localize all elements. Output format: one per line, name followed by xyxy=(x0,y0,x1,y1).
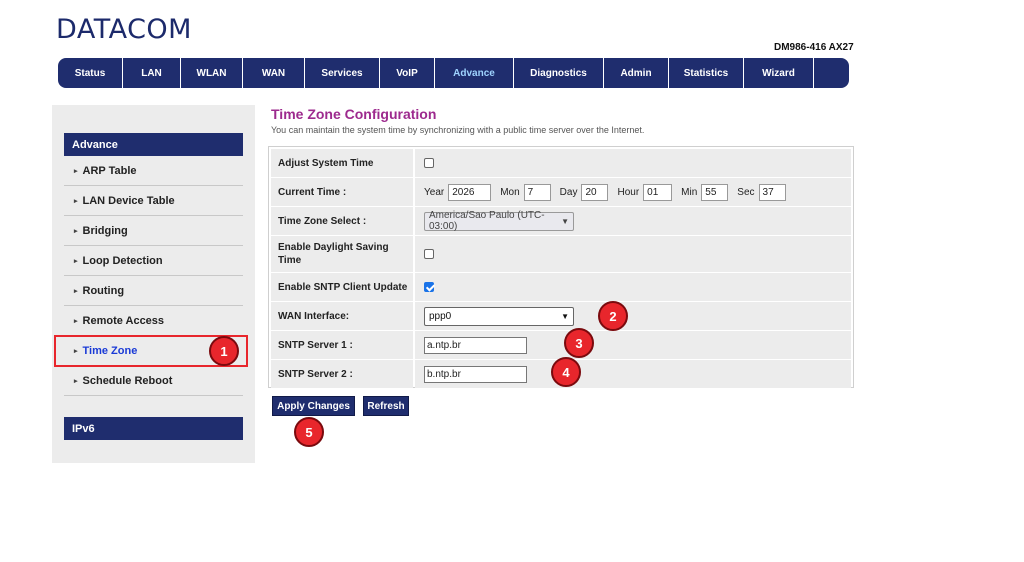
top-nav: Status LAN WLAN WAN Services VoIP Advanc… xyxy=(58,58,849,88)
nav-admin[interactable]: Admin xyxy=(604,58,669,88)
nav-wan[interactable]: WAN xyxy=(243,58,305,88)
step-marker-2: 2 xyxy=(598,301,628,331)
current-time-label: Current Time : xyxy=(271,178,413,206)
step-marker-3: 3 xyxy=(564,328,594,358)
minute-input[interactable]: 55 xyxy=(701,183,729,201)
sntp-client-checkbox[interactable] xyxy=(424,282,434,292)
sntp-server2-input[interactable]: b.ntp.br xyxy=(424,365,527,383)
nav-lan[interactable]: LAN xyxy=(123,58,181,88)
day-input[interactable]: 20 xyxy=(581,183,609,201)
daylight-saving-checkbox[interactable] xyxy=(424,249,434,259)
chevron-right-icon: ▸ xyxy=(74,287,78,295)
step-marker-4: 4 xyxy=(551,357,581,387)
nav-diagnostics[interactable]: Diagnostics xyxy=(514,58,604,88)
refresh-button[interactable]: Refresh xyxy=(363,396,409,416)
sntp-server1-input[interactable]: a.ntp.br xyxy=(424,336,527,354)
nav-advance[interactable]: Advance xyxy=(435,58,514,88)
page-description: You can maintain the system time by sync… xyxy=(271,125,645,135)
chevron-right-icon: ▸ xyxy=(74,257,78,265)
sntp-server2-label: SNTP Server 2 : xyxy=(271,360,413,388)
sidebar: Advance ▸ ARP Table ▸ LAN Device Table ▸ Br… xyxy=(52,105,255,463)
page-title: Time Zone Configuration xyxy=(271,106,437,122)
device-model: DM986-416 AX27 xyxy=(774,42,854,53)
current-time-fields: Year 2026 Mon 7 Day 20 Hour 01 Min 55 Se… xyxy=(415,178,851,206)
sidebar-item-routing[interactable]: ▸ Routing xyxy=(64,276,243,306)
time-zone-select-label: Time Zone Select : xyxy=(271,207,413,235)
nav-statistics[interactable]: Statistics xyxy=(669,58,744,88)
sidebar-item-lan-device-table[interactable]: ▸ LAN Device Table xyxy=(64,186,243,216)
sntp-server1-label: SNTP Server 1 : xyxy=(271,331,413,359)
nav-wizard[interactable]: Wizard xyxy=(744,58,814,88)
hour-input[interactable]: 01 xyxy=(643,183,673,201)
time-zone-select[interactable]: America/Sao Paulo (UTC-03:00) ▼ xyxy=(424,210,574,232)
chevron-down-icon: ▼ xyxy=(561,216,569,226)
nav-voip[interactable]: VoIP xyxy=(380,58,435,88)
apply-changes-button[interactable]: Apply Changes xyxy=(272,396,355,416)
chevron-right-icon: ▸ xyxy=(74,227,78,235)
daylight-saving-label: Enable Daylight Saving Time xyxy=(271,236,413,272)
datacom-logo: DATACOM xyxy=(56,14,192,45)
sidebar-item-remote-access[interactable]: ▸ Remote Access xyxy=(64,306,243,336)
chevron-right-icon: ▸ xyxy=(74,167,78,175)
chevron-down-icon: ▼ xyxy=(561,311,569,321)
nav-services[interactable]: Services xyxy=(305,58,380,88)
chevron-right-icon: ▸ xyxy=(74,348,78,355)
adjust-system-time-label: Adjust System Time xyxy=(271,149,413,177)
sidebar-section-advance[interactable]: Advance xyxy=(64,133,243,156)
time-zone-config-table: Adjust System Time Current Time : Year 2… xyxy=(268,146,854,388)
sidebar-item-schedule-reboot[interactable]: ▸ Schedule Reboot xyxy=(64,366,243,396)
adjust-system-time-checkbox[interactable] xyxy=(424,158,434,168)
nav-status[interactable]: Status xyxy=(58,58,123,88)
step-marker-5: 5 xyxy=(294,417,324,447)
sntp-client-label: Enable SNTP Client Update xyxy=(271,273,413,301)
second-input[interactable]: 37 xyxy=(758,183,786,201)
chevron-right-icon: ▸ xyxy=(74,197,78,205)
year-input[interactable]: 2026 xyxy=(448,183,492,201)
chevron-right-icon: ▸ xyxy=(74,317,78,325)
wan-interface-select[interactable]: ppp0 ▼ xyxy=(424,306,574,326)
sidebar-section-ipv6[interactable]: IPv6 xyxy=(64,417,243,440)
nav-wlan[interactable]: WLAN xyxy=(181,58,243,88)
month-input[interactable]: 7 xyxy=(523,183,551,201)
sidebar-item-bridging[interactable]: ▸ Bridging xyxy=(64,216,243,246)
sidebar-item-arp-table[interactable]: ▸ ARP Table xyxy=(64,156,243,186)
step-marker-1: 1 xyxy=(209,336,239,366)
wan-interface-label: WAN Interface: xyxy=(271,302,413,330)
chevron-right-icon: ▸ xyxy=(74,377,78,385)
sidebar-item-loop-detection[interactable]: ▸ Loop Detection xyxy=(64,246,243,276)
